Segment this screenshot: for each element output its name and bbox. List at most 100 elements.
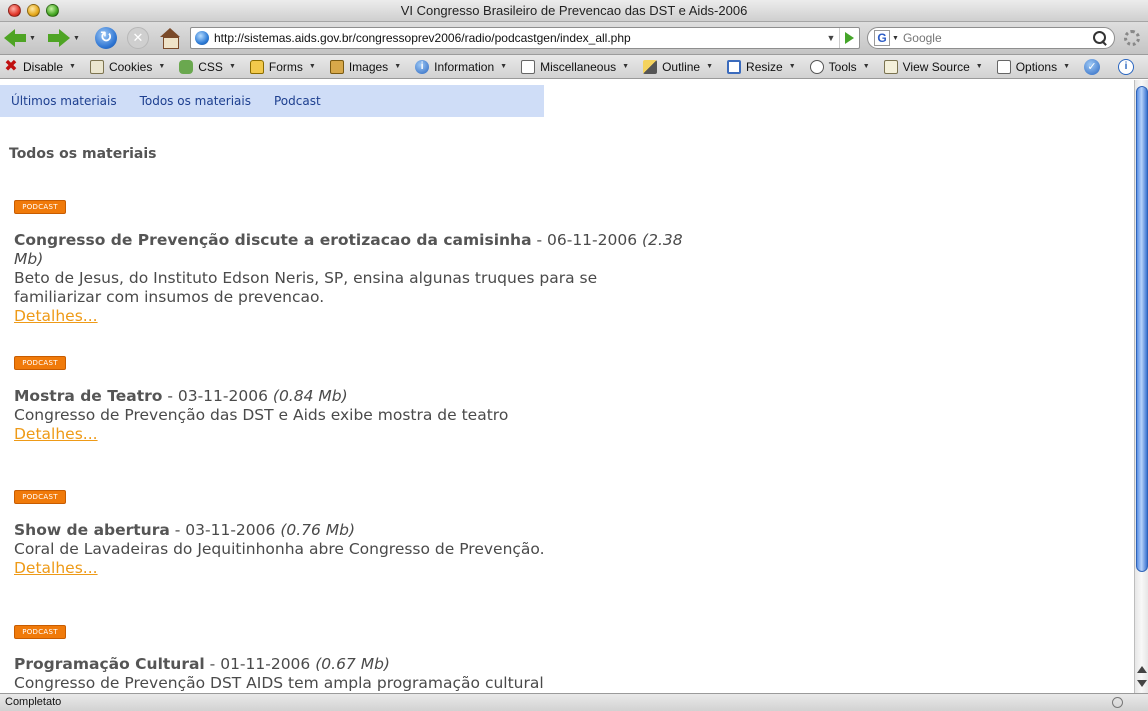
- search-box[interactable]: G ▼: [867, 27, 1115, 49]
- chevron-down-icon: ▼: [975, 63, 983, 70]
- site-navigation: Últimos materiais Todos os materiais Pod…: [0, 85, 544, 117]
- source-icon: [883, 59, 898, 74]
- podcast-badge[interactable]: PODCAST: [14, 490, 66, 504]
- chevron-down-icon[interactable]: ▼: [29, 35, 36, 42]
- item-separator: -: [531, 231, 547, 249]
- zoom-window-button[interactable]: [46, 4, 59, 17]
- url-history-dropdown-icon[interactable]: ▼: [823, 33, 839, 43]
- devbar-item-label: Resize: [746, 59, 783, 74]
- lock-icon: [249, 59, 264, 74]
- item-separator: -: [204, 655, 221, 673]
- reload-button[interactable]: ↻: [93, 26, 119, 50]
- chevron-down-icon: ▼: [394, 63, 402, 70]
- podcast-badge-wrapper: PODCAST: [14, 623, 66, 639]
- devbar-images[interactable]: Images ▼: [326, 56, 411, 78]
- close-window-button[interactable]: [8, 4, 21, 17]
- page-content: Últimos materiais Todos os materiais Pod…: [0, 80, 1134, 693]
- info-icon: i: [415, 59, 430, 74]
- details-link[interactable]: Detalhes...: [14, 425, 98, 444]
- search-icon[interactable]: [1093, 31, 1107, 45]
- validation-check-icon[interactable]: ✓: [1084, 59, 1100, 75]
- details-link[interactable]: Detalhes...: [14, 307, 98, 326]
- item-title: Mostra de Teatro: [14, 387, 163, 405]
- devbar-cookies[interactable]: Cookies ▼: [86, 56, 175, 78]
- search-input[interactable]: [902, 31, 1093, 45]
- page-title: Todos os materiais: [9, 146, 157, 162]
- devbar-item-label: Tools: [828, 59, 857, 74]
- item-size: (0.76 Mb): [280, 521, 356, 539]
- vertical-scrollbar[interactable]: [1134, 80, 1148, 693]
- url-input[interactable]: [214, 29, 823, 47]
- podcast-badge-wrapper: PODCAST: [14, 488, 66, 504]
- minimize-window-button[interactable]: [27, 4, 40, 17]
- status-text: Completato: [5, 696, 62, 708]
- forward-button[interactable]: ▼: [46, 26, 82, 50]
- forward-arrow-icon: [48, 29, 71, 47]
- item-separator: -: [169, 521, 186, 539]
- podcast-badge-wrapper: PODCAST: [14, 198, 66, 214]
- scrollbar-thumb[interactable]: [1136, 86, 1148, 572]
- window-title: VI Congresso Brasileiro de Prevencao das…: [400, 3, 748, 18]
- scroll-up-arrow-icon[interactable]: [1137, 666, 1147, 673]
- go-button[interactable]: [839, 28, 859, 48]
- home-button[interactable]: [157, 26, 183, 50]
- devbar-item-label: Images: [348, 59, 389, 74]
- nav-link-podcast[interactable]: Podcast: [274, 94, 321, 108]
- devbar-item-label: Information: [434, 59, 495, 74]
- podcast-badge-wrapper: PODCAST: [14, 354, 66, 370]
- devbar-resize[interactable]: Resize ▼: [723, 56, 806, 78]
- options-icon: [996, 59, 1011, 74]
- devbar-css[interactable]: CSS ▼: [175, 56, 246, 78]
- item-size: (0.84 Mb): [272, 387, 348, 405]
- nav-link-todos-os-materiais[interactable]: Todos os materiais: [140, 94, 251, 108]
- devbar-item-label: CSS: [198, 59, 223, 74]
- reload-icon: ↻: [95, 27, 117, 49]
- home-icon: [160, 28, 180, 49]
- devbar-miscellaneous[interactable]: Miscellaneous ▼: [517, 56, 639, 78]
- details-link[interactable]: Detalhes...: [14, 559, 98, 578]
- stop-icon: ✕: [127, 27, 149, 49]
- search-engine-icon[interactable]: G: [874, 30, 890, 46]
- cookie-icon: [89, 59, 104, 74]
- stop-button[interactable]: ✕: [125, 26, 151, 50]
- chevron-down-icon: ▼: [706, 63, 714, 70]
- navigation-toolbar: ▼ ▼ ↻ ✕ ▼ G ▼: [0, 22, 1148, 55]
- list-item: Congresso de Prevenção discute a erotiza…: [14, 231, 714, 326]
- chevron-down-icon: ▼: [500, 63, 508, 70]
- devbar-forms[interactable]: Forms ▼: [246, 56, 326, 78]
- connection-status-icon: [1112, 697, 1123, 708]
- podcast-badge[interactable]: PODCAST: [14, 625, 66, 639]
- devbar-view-source[interactable]: View Source ▼: [880, 56, 993, 78]
- podcast-badge[interactable]: PODCAST: [14, 356, 66, 370]
- devbar-item-label: Miscellaneous: [540, 59, 617, 74]
- play-icon: [845, 32, 854, 44]
- disable-icon: ✖: [4, 57, 18, 75]
- status-bar: Completato: [0, 693, 1148, 711]
- window-controls: [8, 4, 59, 17]
- item-date: 03-11-2006: [177, 387, 268, 405]
- chevron-down-icon: ▼: [308, 63, 316, 70]
- back-button[interactable]: ▼: [2, 26, 38, 50]
- chevron-down-icon: ▼: [862, 63, 870, 70]
- globe-icon: [195, 31, 209, 45]
- podcast-badge[interactable]: PODCAST: [14, 200, 66, 214]
- item-title: Show de abertura: [14, 521, 170, 539]
- devbar-outline[interactable]: Outline ▼: [639, 56, 723, 78]
- item-date: 03-11-2006: [185, 521, 276, 539]
- help-icon[interactable]: i: [1118, 59, 1134, 75]
- devbar-disable[interactable]: ✖ Disable ▼: [0, 56, 86, 78]
- devbar-information[interactable]: i Information ▼: [411, 56, 517, 78]
- chevron-down-icon: ▼: [622, 63, 630, 70]
- devbar-tools[interactable]: Tools ▼: [806, 56, 880, 78]
- nav-link-ultimos-materiais[interactable]: Últimos materiais: [11, 94, 117, 108]
- item-date: 06-11-2006: [547, 231, 638, 249]
- chevron-down-icon[interactable]: ▼: [73, 35, 80, 42]
- item-date: 01-11-2006: [220, 655, 311, 673]
- address-bar[interactable]: ▼: [190, 27, 860, 49]
- chevron-down-icon: ▼: [228, 63, 236, 70]
- devbar-item-label: Outline: [662, 59, 701, 74]
- chevron-down-icon[interactable]: ▼: [892, 35, 899, 42]
- item-title: Congresso de Prevenção discute a erotiza…: [14, 231, 532, 249]
- scroll-down-arrow-icon[interactable]: [1137, 680, 1147, 687]
- devbar-options[interactable]: Options ▼: [993, 56, 1080, 78]
